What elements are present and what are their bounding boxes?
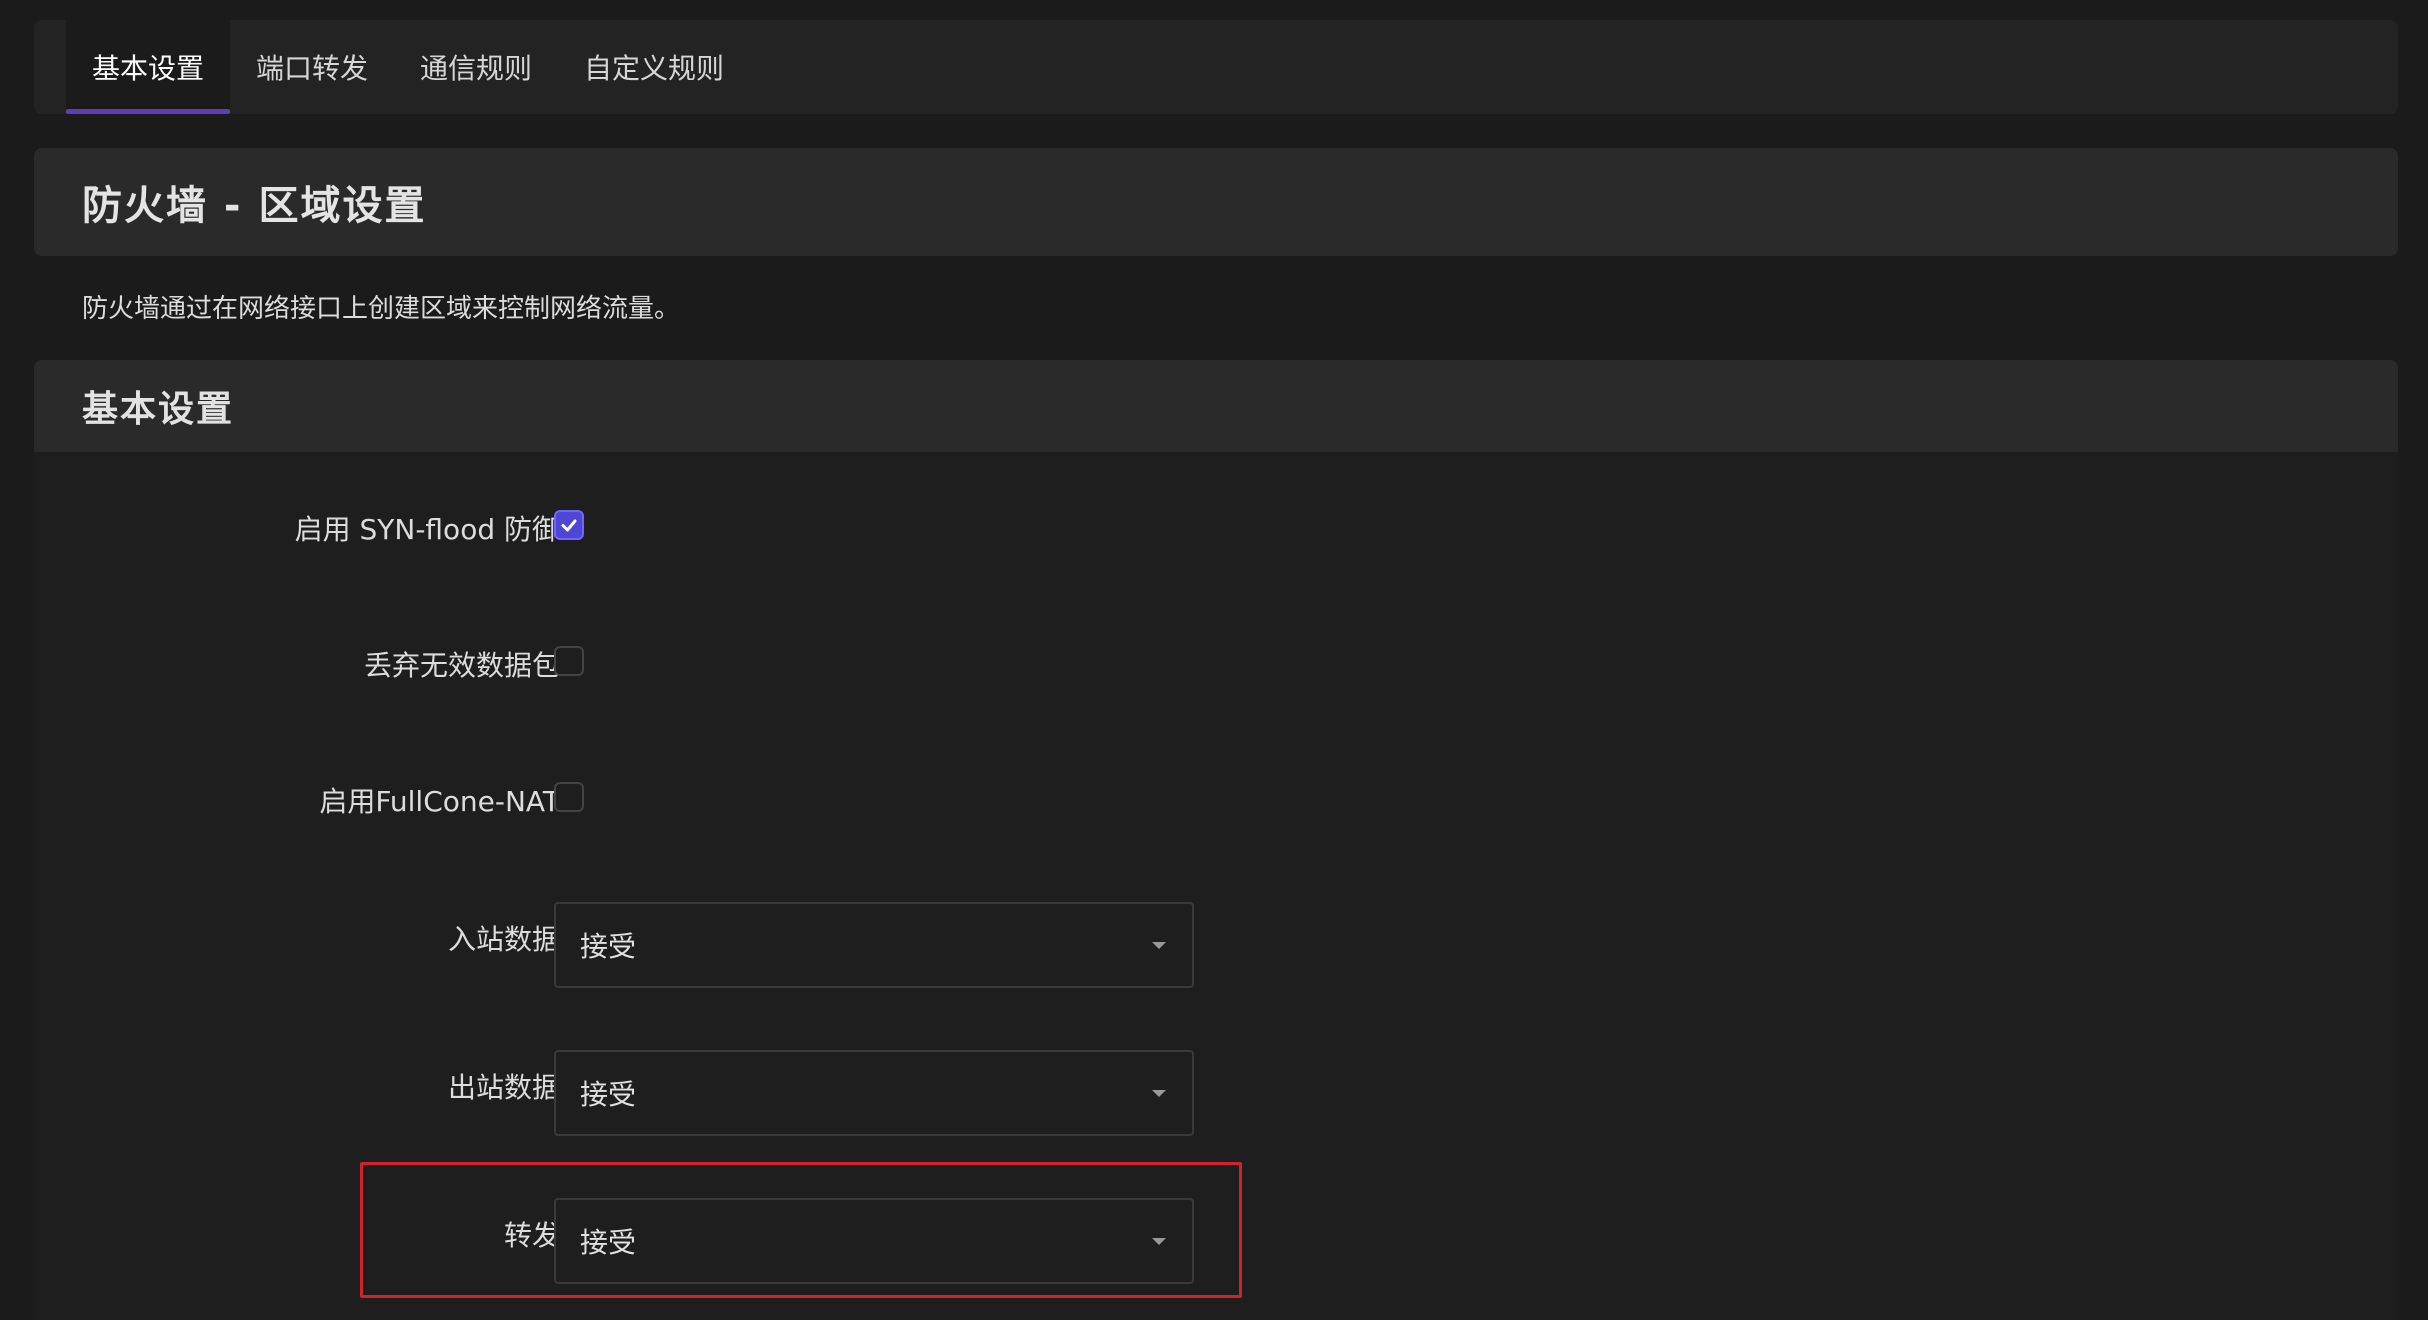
tab-port-forwarding[interactable]: 端口转发 — [230, 20, 394, 114]
fullcone-nat-checkbox[interactable] — [554, 782, 584, 812]
syn-flood-row: 启用 SYN-flood 防御 — [34, 508, 1434, 548]
page-title-card: 防火墙 - 区域设置 — [34, 148, 2398, 256]
syn-flood-label: 启用 SYN-flood 防御 — [294, 513, 560, 546]
page-description: 防火墙通过在网络接口上创建区域来控制网络流量。 — [82, 294, 681, 324]
section-title: 基本设置 — [82, 389, 235, 430]
page-title: 防火墙 - 区域设置 — [82, 183, 427, 229]
tab-custom-rules[interactable]: 自定义规则 — [558, 20, 750, 114]
input-policy-row: 入站数据 接受 — [34, 902, 1434, 988]
forward-policy-value: 接受 — [580, 1226, 637, 1259]
chevron-down-icon — [1152, 1090, 1166, 1097]
forward-policy-label: 转发 — [503, 1219, 560, 1252]
forward-policy-row: 转发 接受 — [34, 1198, 1434, 1284]
basic-settings-section: 基本设置 启用 SYN-flood 防御 丢弃无效数据包 启用FullCone-… — [34, 360, 2398, 1320]
fullcone-nat-label: 启用FullCone-NAT — [319, 785, 560, 818]
output-policy-select[interactable]: 接受 — [554, 1050, 1194, 1136]
input-policy-value: 接受 — [580, 930, 637, 963]
drop-invalid-row: 丢弃无效数据包 — [34, 644, 1434, 684]
input-policy-select[interactable]: 接受 — [554, 902, 1194, 988]
chevron-down-icon — [1152, 942, 1166, 949]
section-header: 基本设置 — [34, 360, 2398, 452]
drop-invalid-label: 丢弃无效数据包 — [363, 649, 560, 682]
tab-bar: 基本设置 端口转发 通信规则 自定义规则 — [34, 20, 2398, 114]
fullcone-nat-row: 启用FullCone-NAT — [34, 780, 1434, 820]
tab-traffic-rules[interactable]: 通信规则 — [394, 20, 558, 114]
output-policy-value: 接受 — [580, 1078, 637, 1111]
checkmark-icon — [561, 519, 577, 532]
forward-policy-select[interactable]: 接受 — [554, 1198, 1194, 1284]
chevron-down-icon — [1152, 1238, 1166, 1245]
tab-basic-settings[interactable]: 基本设置 — [66, 20, 231, 114]
input-policy-label: 入站数据 — [447, 923, 560, 956]
output-policy-label: 出站数据 — [447, 1071, 560, 1104]
syn-flood-checkbox[interactable] — [554, 510, 584, 540]
output-policy-row: 出站数据 接受 — [34, 1050, 1434, 1136]
drop-invalid-checkbox[interactable] — [554, 646, 584, 676]
